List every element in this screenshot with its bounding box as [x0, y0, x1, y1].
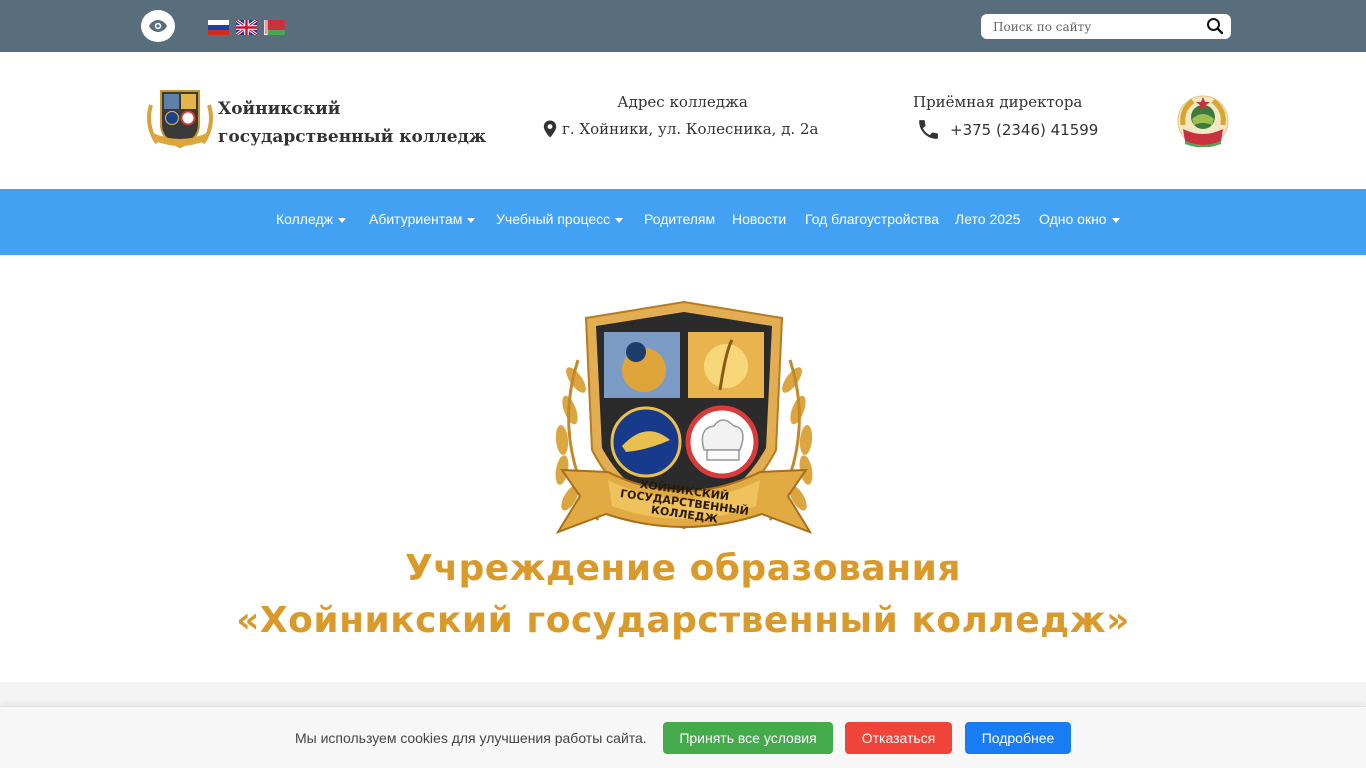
cookie-message: Мы используем cookies для улучшения рабо…	[295, 730, 647, 746]
map-pin-icon	[543, 120, 557, 138]
caret-down-icon	[1111, 217, 1120, 223]
flag-uk-icon[interactable]	[236, 20, 257, 35]
phone-title: Приёмная директора	[913, 93, 1083, 111]
nav-item-label: Учебный процесс	[496, 211, 611, 227]
nav-item-applicants[interactable]: Абитуриентам	[369, 211, 476, 227]
college-crest-logo: ХОЙНИКСКИЙ ГОСУДАРСТВЕННЫЙ КОЛЛЕДЖ	[555, 300, 813, 534]
nav-item-label: Абитуриентам	[369, 211, 463, 227]
flag-ru-icon[interactable]	[208, 20, 229, 35]
address-line: г. Хойники, ул. Колесника, д. 2а	[543, 120, 818, 138]
accept-cookies-button[interactable]: Принять все условия	[663, 722, 833, 754]
phone-value[interactable]: +375 (2346) 41599	[950, 121, 1098, 139]
nav-item-label: Год благоустройства	[805, 211, 940, 227]
nav-item-label: Новости	[732, 211, 787, 227]
nav-item-news[interactable]: Новости	[732, 211, 786, 227]
accessibility-button[interactable]	[141, 10, 175, 42]
phone-line: +375 (2346) 41599	[916, 117, 1098, 142]
address-value: г. Хойники, ул. Колесника, д. 2а	[562, 120, 819, 138]
caret-down-icon	[467, 217, 476, 223]
eye-icon	[149, 20, 167, 32]
phone-icon	[919, 120, 938, 139]
nav-item-study-process[interactable]: Учебный процесс	[496, 211, 624, 227]
nav-item-summer-2025[interactable]: Лето 2025	[955, 211, 1021, 227]
decline-cookies-button[interactable]: Отказаться	[845, 722, 952, 754]
hero-title-line-2: «Хойникский государственный колледж»	[236, 600, 1130, 641]
nav-item-label: Родителям	[644, 211, 716, 227]
nav-item-parents[interactable]: Родителям	[644, 211, 715, 227]
state-emblem-icon	[1177, 95, 1229, 147]
hero-title-line-1: Учреждение образования	[405, 548, 961, 589]
caret-down-icon	[615, 217, 624, 223]
flag-by-icon[interactable]	[264, 20, 285, 35]
college-logo[interactable]	[143, 85, 217, 151]
address-title: Адрес колледжа	[617, 93, 748, 111]
nav-item-one-window[interactable]: Одно окно	[1039, 211, 1120, 227]
cookie-details-button[interactable]: Подробнее	[965, 722, 1071, 754]
top-bar	[0, 0, 1366, 52]
search-input[interactable]	[981, 14, 1201, 39]
nav-item-college[interactable]: Колледж	[276, 211, 346, 227]
search-icon[interactable]	[1206, 17, 1224, 35]
language-switcher	[208, 20, 285, 35]
college-name[interactable]: Хойникский государственный колледж	[218, 95, 518, 151]
site-header: Хойникский государственный колледж Адрес…	[0, 52, 1366, 189]
site-search	[981, 14, 1231, 39]
cookie-banner: Мы используем cookies для улучшения рабо…	[0, 706, 1366, 768]
nav-item-label: Одно окно	[1039, 211, 1107, 227]
nav-item-landscaping-year[interactable]: Год благоустройства	[805, 211, 939, 227]
caret-down-icon	[337, 217, 346, 223]
nav-item-label: Лето 2025	[955, 211, 1021, 227]
nav-item-label: Колледж	[276, 211, 333, 227]
main-navigation: Колледж Абитуриентам Учебный процесс Род…	[0, 189, 1366, 255]
